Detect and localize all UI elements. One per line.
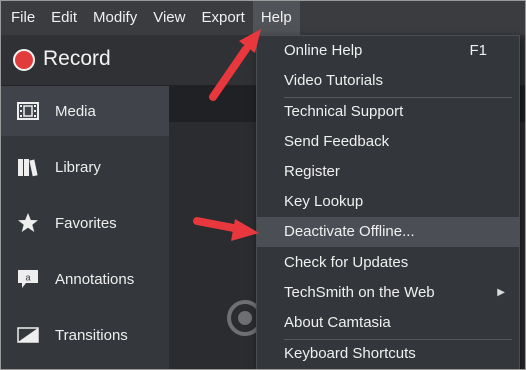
- app-window: File Edit Modify View Export Help Record…: [0, 0, 526, 370]
- arrow-to-help-menu-icon: [209, 29, 261, 101]
- arrow-to-deactivate-icon: [193, 217, 259, 241]
- annotation-arrows: [193, 29, 261, 241]
